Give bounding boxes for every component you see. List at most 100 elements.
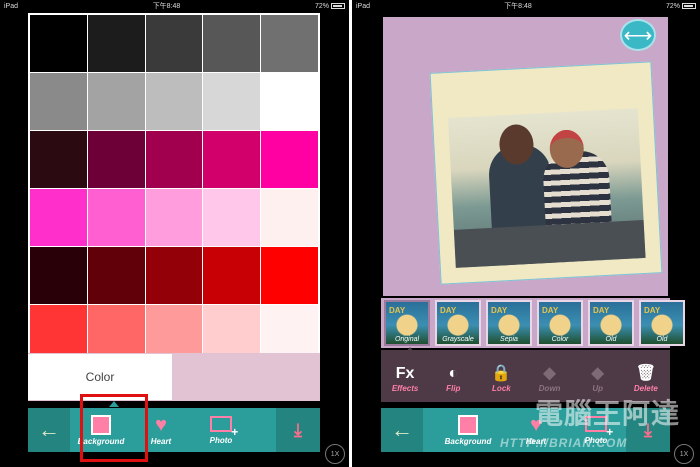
filter-strip: DAY Original DAY Grayscale DAY Sepia DAY Color D… xyxy=(381,298,685,348)
filter-thumbnail[interactable]: DAY Old xyxy=(588,300,634,346)
battery-percent: 72% xyxy=(314,2,329,10)
color-swatch[interactable] xyxy=(87,189,145,246)
filter-label: Grayscale xyxy=(442,336,474,343)
filter-preview-text: DAY xyxy=(542,306,559,315)
color-swatch[interactable] xyxy=(30,189,87,246)
battery-icon xyxy=(331,3,345,9)
download-button[interactable]: ⤓ xyxy=(276,408,320,452)
filter-preview-text: DAY xyxy=(644,306,661,315)
color-swatch[interactable] xyxy=(87,15,145,72)
carrier-label: iPad xyxy=(4,2,19,10)
color-swatch[interactable] xyxy=(261,73,318,130)
photo-frame[interactable] xyxy=(429,61,663,285)
bottom-toolbar: ← Background ♥ Heart Photo ⤓ xyxy=(28,408,320,452)
color-swatch[interactable] xyxy=(145,247,203,304)
photo-label: Photo xyxy=(209,435,233,445)
couple-photo xyxy=(447,108,646,268)
download-icon: ⤓ xyxy=(294,419,302,440)
photo-rocks xyxy=(453,219,646,268)
edit-label: Flip xyxy=(446,383,461,393)
filter-label: Old xyxy=(605,336,617,343)
color-swatch[interactable] xyxy=(145,131,203,188)
carrier-label: iPad xyxy=(356,2,371,10)
background-label: Background xyxy=(444,436,492,446)
back-button[interactable]: ← xyxy=(28,408,70,452)
back-arrow-icon: ← xyxy=(38,417,60,442)
clock: 下午8:48 xyxy=(504,3,532,10)
photo-icon xyxy=(210,415,238,439)
clock: 下午8:48 xyxy=(152,3,181,10)
color-swatch[interactable] xyxy=(203,189,261,246)
color-swatch[interactable] xyxy=(30,131,87,188)
battery-percent: 72% xyxy=(665,2,680,10)
status-bar-right: iPad 下午8:48 72% xyxy=(352,0,700,12)
tab-color-label: Color xyxy=(85,370,115,384)
down-icon: ◆ xyxy=(543,364,556,382)
watermark-url-text: HTTP://BRIAN.COM xyxy=(500,436,628,450)
zoom-label: 1X xyxy=(679,450,689,458)
highlight-box xyxy=(80,394,148,462)
filter-label: Color xyxy=(551,336,569,343)
filter-thumbnail[interactable]: DAY Sepia xyxy=(486,300,532,346)
heart-label: Heart xyxy=(150,436,172,446)
edit-label: Effects xyxy=(391,383,419,393)
color-swatch[interactable] xyxy=(145,73,203,130)
filter-label: Original xyxy=(394,336,420,343)
color-palette xyxy=(30,15,318,362)
zoom-label: 1X xyxy=(330,450,340,458)
color-swatch[interactable] xyxy=(87,131,145,188)
color-swatch[interactable] xyxy=(203,247,261,304)
edit-flip-button[interactable]: ◐ Flip xyxy=(431,364,475,393)
watermark-text: 電腦王阿達 xyxy=(534,398,680,429)
watermark-url: HTTP://BRIAN.COM xyxy=(500,436,627,450)
filter-preview-text: DAY xyxy=(593,306,610,315)
edit-down-button[interactable]: ◆ Down xyxy=(528,364,572,393)
color-swatch[interactable] xyxy=(203,15,261,72)
color-swatch[interactable] xyxy=(261,247,318,304)
effects-icon: Fx xyxy=(395,364,415,382)
filter-preview-text: DAY xyxy=(440,306,457,315)
color-swatch[interactable] xyxy=(87,247,145,304)
color-swatch[interactable] xyxy=(145,189,203,246)
filter-thumbnail[interactable]: DAY Grayscale xyxy=(435,300,481,346)
editor-canvas[interactable] xyxy=(383,17,668,296)
edit-up-button[interactable]: ◆ Up xyxy=(576,364,620,393)
watermark-logo: 電腦王阿達 xyxy=(470,392,680,432)
status-bar: iPad 下午8:48 72% xyxy=(0,0,349,12)
delete-icon: 🗑 xyxy=(635,364,657,382)
zoom-button[interactable]: 1X xyxy=(674,444,694,464)
flip-icon: ◐ xyxy=(448,364,459,382)
battery-indicator: 72% xyxy=(315,3,345,10)
edit-delete-button[interactable]: 🗑 Delete xyxy=(624,364,668,393)
swap-icon[interactable]: ⟷ xyxy=(620,19,656,51)
filter-thumbnail[interactable]: DAY Old xyxy=(639,300,685,346)
color-swatch[interactable] xyxy=(30,15,87,72)
up-icon: ◆ xyxy=(591,364,604,382)
edit-lock-button[interactable]: 🔒 Lock xyxy=(479,364,523,393)
filter-preview-text: DAY xyxy=(491,306,508,315)
back-arrow-icon: ← xyxy=(391,417,413,442)
color-swatch[interactable] xyxy=(261,131,318,188)
color-swatch[interactable] xyxy=(203,131,261,188)
color-swatch[interactable] xyxy=(261,189,318,246)
back-button[interactable]: ← xyxy=(381,408,423,452)
lock-icon: 🔒 xyxy=(491,364,512,382)
filter-label: Old xyxy=(656,336,668,343)
edit-effects-button[interactable]: Fx Effects xyxy=(383,364,427,393)
battery-indicator: 72% xyxy=(666,3,696,10)
photo-button[interactable]: Photo xyxy=(190,408,252,452)
color-swatch[interactable] xyxy=(145,15,203,72)
color-swatch[interactable] xyxy=(30,73,87,130)
zoom-button[interactable]: 1X xyxy=(325,444,345,464)
filter-thumbnail[interactable]: DAY Original xyxy=(384,300,430,346)
color-swatch[interactable] xyxy=(261,15,318,72)
heart-icon: ♥ xyxy=(155,413,167,436)
color-swatch[interactable] xyxy=(30,247,87,304)
battery-icon xyxy=(682,3,696,9)
color-swatch[interactable] xyxy=(203,73,261,130)
page: iPad 下午8:48 72% Color ← Background ♥ Hea… xyxy=(0,0,700,467)
color-swatch[interactable] xyxy=(87,73,145,130)
filter-thumbnail[interactable]: DAY Color xyxy=(537,300,583,346)
filter-preview-text: DAY xyxy=(389,306,406,315)
filter-label: Sepia xyxy=(500,336,518,343)
